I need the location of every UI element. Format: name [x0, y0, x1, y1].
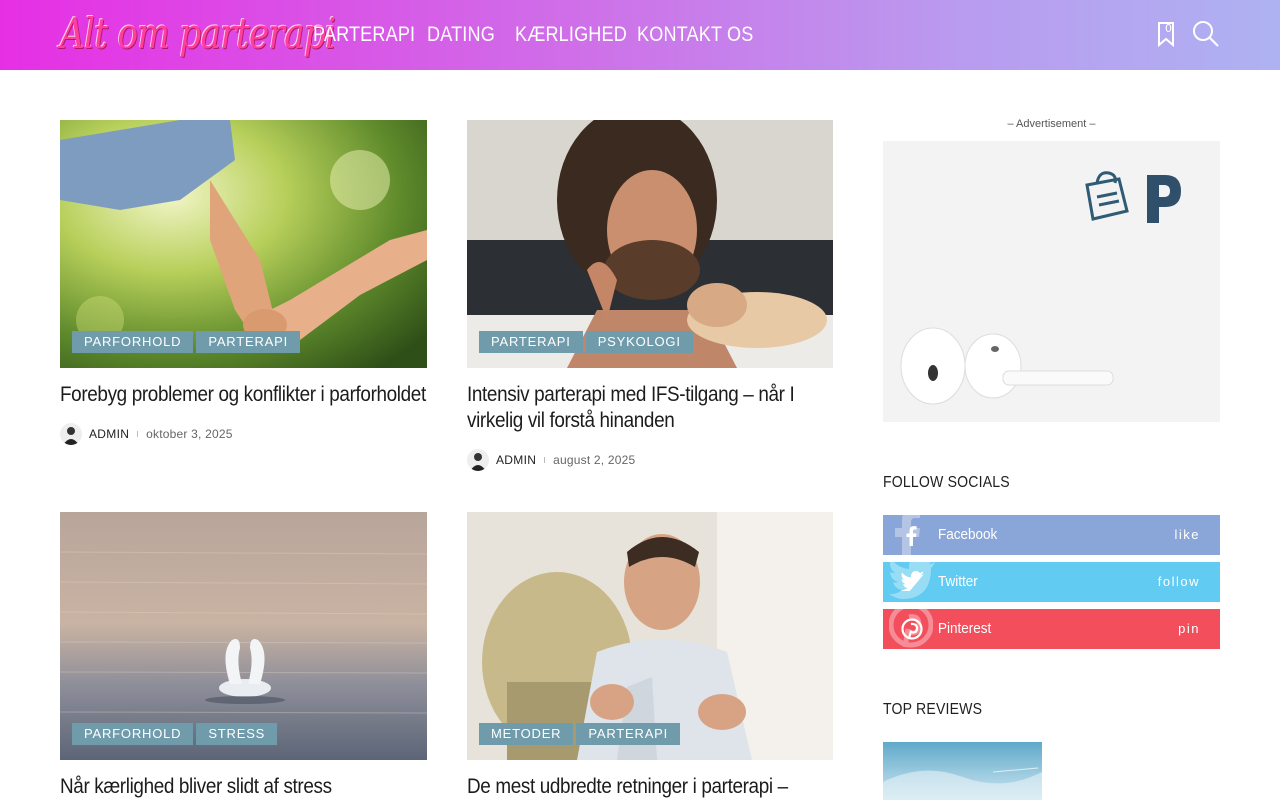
site-header: Alt om parterapi PARTERAPI DATING KÆRLIG…	[0, 0, 1280, 70]
advertisement[interactable]	[883, 141, 1220, 422]
facebook-icon	[906, 526, 917, 546]
sky-photo	[883, 742, 1042, 800]
article-thumbnail[interactable]: METODER PARTERAPI	[467, 512, 833, 760]
category-tag[interactable]: PARFORHOLD	[72, 723, 194, 745]
bookmark-count: 0	[1165, 22, 1172, 35]
earbuds-ad-image	[883, 141, 1220, 422]
header-actions: 0	[1156, 20, 1220, 48]
article-thumbnail[interactable]: PARFORHOLD PARTERAPI	[60, 120, 427, 368]
social-name: Pinterest	[938, 620, 992, 637]
facebook-link[interactable]: Facebook like	[883, 515, 1220, 555]
avatar	[467, 449, 489, 471]
social-action: like	[1174, 527, 1200, 542]
category-tags: METODER PARTERAPI	[479, 723, 683, 745]
nav-item-kontakt-os[interactable]: KONTAKT OS	[637, 23, 753, 47]
article-thumbnail[interactable]: PARTERAPI PSYKOLOGI	[467, 120, 833, 368]
post-date: oktober 3, 2025	[146, 427, 233, 441]
author-link[interactable]: ADMIN	[89, 427, 129, 441]
review-thumbnail[interactable]	[883, 742, 1042, 800]
category-tags: PARFORHOLD PARTERAPI	[72, 331, 303, 353]
post-date: august 2, 2025	[553, 453, 636, 467]
article-card: PARFORHOLD PARTERAPI Forebyg problemer o…	[60, 120, 427, 446]
category-tags: PARFORHOLD STRESS	[72, 723, 280, 745]
bookmark-button[interactable]: 0	[1156, 21, 1178, 48]
article-card: PARFORHOLD STRESS Når kærlighed bliver s…	[60, 512, 427, 800]
article-title[interactable]: Forebyg problemer og konflikter i parfor…	[60, 382, 427, 408]
article-title[interactable]: Når kærlighed bliver slidt af stress	[60, 774, 427, 800]
search-icon	[1193, 21, 1219, 47]
top-reviews-heading: TOP REVIEWS	[883, 701, 983, 718]
social-action: pin	[1178, 621, 1200, 636]
article-meta: ADMIN oktober 3, 2025	[60, 422, 427, 446]
meta-separator	[137, 431, 139, 437]
category-tag[interactable]: STRESS	[196, 723, 278, 745]
category-tag[interactable]: PARTERAPI	[576, 723, 681, 745]
article-card: PARTERAPI PSYKOLOGI Intensiv parterapi m…	[467, 120, 833, 472]
meta-separator	[544, 457, 546, 463]
social-name: Twitter	[938, 573, 978, 590]
category-tag[interactable]: PARFORHOLD	[72, 331, 194, 353]
search-button[interactable]	[1192, 20, 1220, 48]
category-tag[interactable]: PARTERAPI	[196, 331, 301, 353]
author-link[interactable]: ADMIN	[496, 453, 536, 467]
ad-label: – Advertisement –	[1007, 118, 1096, 130]
article-card: METODER PARTERAPI De mest udbredte retni…	[467, 512, 833, 800]
twitter-link[interactable]: Twitter follow	[883, 562, 1220, 602]
category-tags: PARTERAPI PSYKOLOGI	[479, 331, 696, 353]
avatar	[60, 423, 82, 445]
category-tag[interactable]: METODER	[479, 723, 574, 745]
article-thumbnail[interactable]: PARFORHOLD STRESS	[60, 512, 427, 760]
pinterest-link[interactable]: Pinterest pin	[883, 609, 1220, 649]
article-title[interactable]: Intensiv parterapi med IFS-tilgang – når…	[467, 382, 834, 434]
article-title[interactable]: De mest udbredte retninger i parterapi –	[467, 774, 834, 800]
site-logo[interactable]: Alt om parterapi	[60, 4, 336, 64]
category-tag[interactable]: PARTERAPI	[479, 331, 583, 353]
twitter-icon	[901, 571, 924, 591]
follow-socials-heading: FOLLOW SOCIALS	[883, 474, 1010, 491]
pinterest-icon	[901, 618, 923, 640]
nav-item-kaerlighed[interactable]: KÆRLIGHED	[515, 23, 627, 47]
nav-item-dating[interactable]: DATING	[427, 23, 495, 47]
category-tag[interactable]: PSYKOLOGI	[585, 331, 693, 353]
article-meta: ADMIN august 2, 2025	[467, 448, 833, 472]
nav-item-parterapi[interactable]: PARTERAPI	[313, 23, 415, 47]
social-name: Facebook	[938, 526, 998, 543]
social-action: follow	[1157, 574, 1200, 589]
